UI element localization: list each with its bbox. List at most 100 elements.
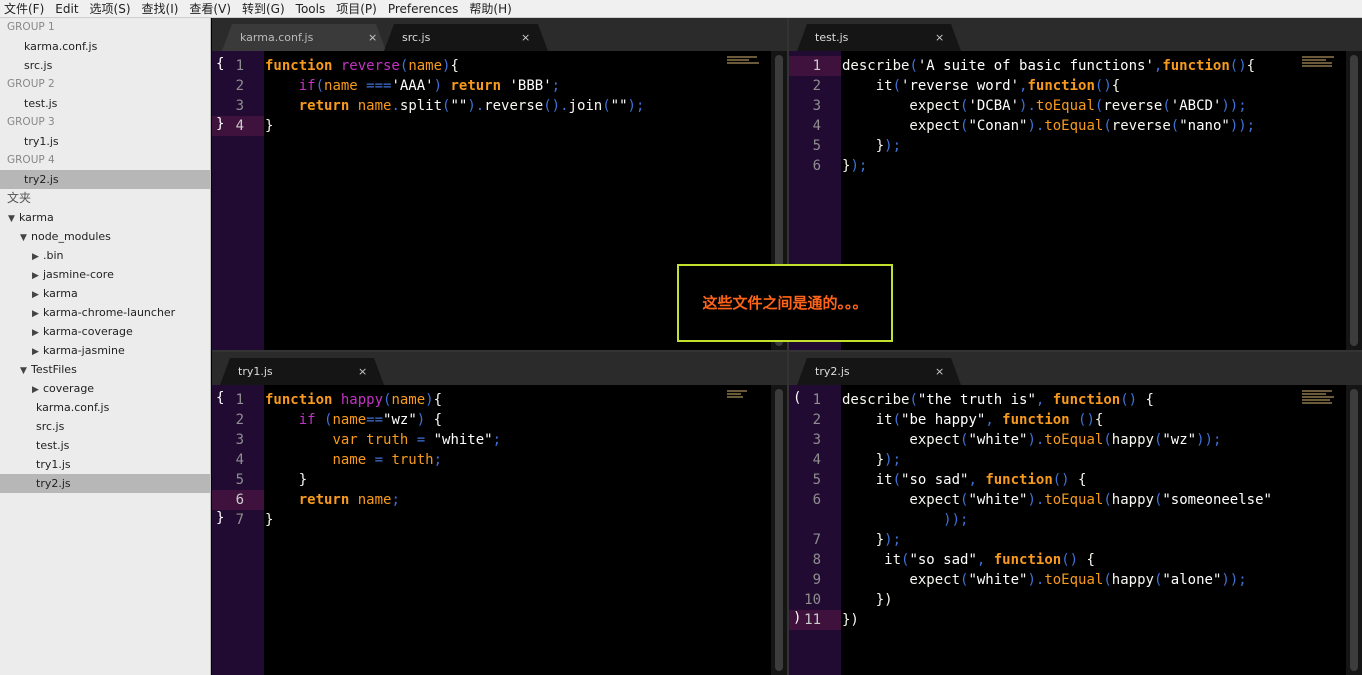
code-token: name [357,98,392,114]
menu-item[interactable]: 选项(S) [90,0,131,18]
code-token: expect [842,432,961,448]
code-token: "wz" [1162,432,1197,448]
folder-karma-coverage[interactable]: ▶ karma-coverage [0,322,210,341]
minimap[interactable] [727,390,761,400]
minimap[interactable] [1302,56,1336,67]
code-line: name = truth; [265,450,771,470]
vertical-scrollbar[interactable] [771,385,787,675]
code-line: it("so sad", function() { [842,470,1346,490]
file-try2[interactable]: try2.js [0,474,210,493]
code-line: return name; [265,490,771,510]
menu-bar: 文件(F) Edit 选项(S) 查找(I) 查看(V) 转到(G) Tools 项目(P) P… [0,0,1362,18]
vertical-scrollbar[interactable] [1346,385,1362,675]
code-token: ). [1027,572,1045,588]
folder-karma-chrome-launcher[interactable]: ▶ karma-chrome-launcher [0,303,210,322]
fold-marker-icon[interactable]: { [216,56,224,72]
code-token: ( [909,392,918,408]
folder-testfiles[interactable]: ▼ TestFiles [0,360,210,379]
folder-label: jasmine-core [43,268,114,281]
code-token: , [985,412,1003,428]
fold-marker-icon[interactable]: ( [793,390,801,406]
tab-test[interactable]: test.js × [797,24,961,51]
fold-marker-icon[interactable]: ) [793,610,801,626]
folder-coverage[interactable]: ▶ coverage [0,379,210,398]
code-token: ); [850,158,868,174]
code-line: }); [842,156,1346,176]
menu-item[interactable]: Edit [55,0,78,18]
code-token: ) [433,78,451,94]
code-token: join [568,98,603,114]
close-icon[interactable]: × [368,24,377,51]
code-token: "Conan" [968,118,1028,134]
file-try1[interactable]: try1.js [0,455,210,474]
code-token: it [842,472,893,488]
code-token: "" [450,98,468,114]
group-label: GROUP 4 [7,154,55,166]
code-token: )); [1229,118,1256,134]
menu-item[interactable]: 帮助(H) [469,0,511,18]
code-token: ); [627,98,645,114]
code-token: } [265,118,274,134]
code-token: ). [1027,432,1045,448]
line-gutter: 1(2 3 4 5 6 7 8 9 10 11) [789,385,841,675]
fold-marker-icon[interactable]: { [216,390,224,406]
code-area[interactable]: describe("the truth is", function() { it… [842,385,1346,630]
menu-item[interactable]: 查找(I) [142,0,179,18]
close-icon[interactable]: × [358,358,367,385]
tab-bar: test.js × [789,18,1362,51]
scroll-thumb[interactable] [1350,55,1358,346]
code-token: describe [842,392,910,408]
minimap[interactable] [1302,390,1336,404]
folders-heading: 文夹 [7,191,32,205]
code-line: describe("the truth is", function() { [842,390,1346,410]
folder-node-modules[interactable]: ▼ node_modules [0,227,210,246]
code-token: "nano" [1179,118,1230,134]
code-token: name [324,78,358,94]
code-token: expect [842,492,961,508]
tab-bar: try2.js × [789,352,1362,385]
menu-item[interactable]: 文件(F) [4,0,44,18]
menu-item[interactable]: 项目(P) [336,0,377,18]
close-icon[interactable]: × [935,358,944,385]
open-file-src[interactable]: src.js [0,56,210,75]
folder-karma-module[interactable]: ▶ karma [0,284,210,303]
code-line: function happy(name){ [265,390,771,410]
code-area[interactable]: function reverse(name){ if(name ==='AAA'… [265,51,771,136]
minimap[interactable] [727,56,761,66]
tab-karma-conf[interactable]: karma.conf.js × [222,24,386,51]
close-icon[interactable]: × [935,24,944,51]
menu-item[interactable]: 转到(G) [242,0,285,18]
menu-item[interactable]: 查看(V) [189,0,231,18]
code-line: }) [842,610,1346,630]
tab-try1[interactable]: try1.js × [220,358,384,385]
code-area[interactable]: function happy(name){ if (name=="wz") { … [265,385,771,530]
tab-src[interactable]: src.js × [384,24,548,51]
fold-marker-icon[interactable]: } [216,510,224,526]
folder-bin[interactable]: ▶ .bin [0,246,210,265]
code-area[interactable]: describe('A suite of basic functions',fu… [842,51,1346,176]
tab-try2[interactable]: try2.js × [797,358,961,385]
menu-item[interactable]: Tools [296,0,326,18]
file-karma-conf[interactable]: karma.conf.js [0,398,210,417]
file-src[interactable]: src.js [0,417,210,436]
folder-karma-jasmine[interactable]: ▶ karma-jasmine [0,341,210,360]
code-token: ; [492,432,502,448]
open-file-try2[interactable]: try2.js [0,170,210,189]
open-file-test[interactable]: test.js [0,94,210,113]
open-file-karma-conf[interactable]: karma.conf.js [0,37,210,56]
file-test[interactable]: test.js [0,436,210,455]
open-file-try1[interactable]: try1.js [0,132,210,151]
fold-marker-icon[interactable]: } [216,116,224,132]
folder-jasmine-core[interactable]: ▶ jasmine-core [0,265,210,284]
code-token: function [985,472,1053,488]
vertical-scrollbar[interactable] [1346,51,1362,350]
code-token: ( [1103,572,1112,588]
scroll-thumb[interactable] [775,389,783,671]
folder-label: .bin [43,249,64,262]
code-token: 'DCBA' [968,98,1020,114]
folder-karma[interactable]: ▼ karma [0,208,210,227]
close-icon[interactable]: × [521,24,530,51]
code-token: reverse [340,58,400,74]
menu-item[interactable]: Preferences [388,0,459,18]
scroll-thumb[interactable] [1350,389,1358,671]
